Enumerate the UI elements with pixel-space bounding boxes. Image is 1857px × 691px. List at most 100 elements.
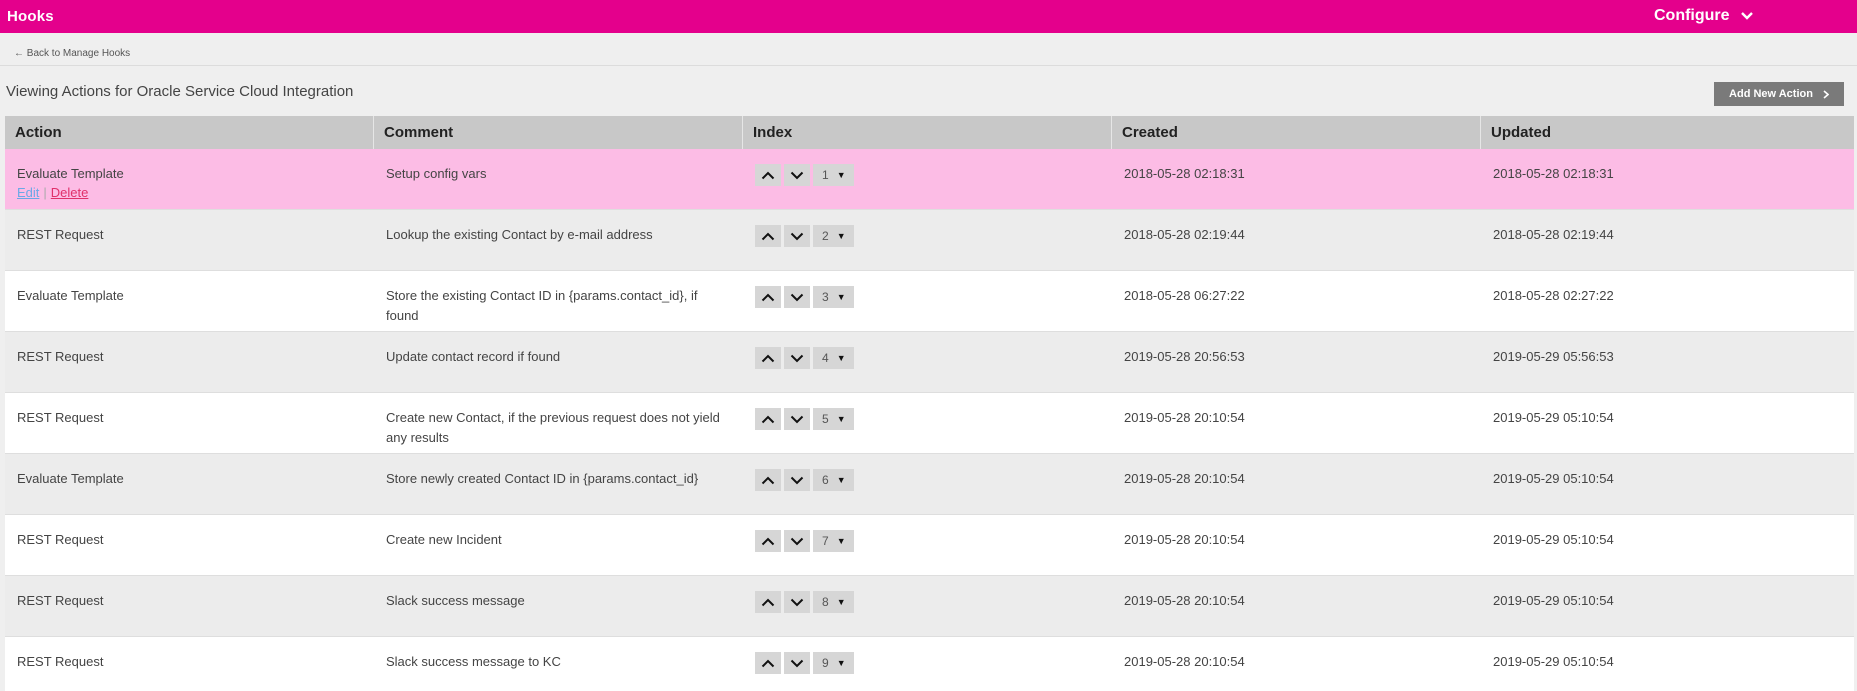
created-cell: 2019-05-28 20:56:53: [1124, 349, 1245, 364]
column-header-action[interactable]: Action: [5, 116, 374, 149]
back-link[interactable]: ← Back to Manage Hooks: [14, 48, 130, 59]
table-row[interactable]: REST Request Slack success message to KC 9…: [5, 637, 1854, 691]
index-controls: 1 ▼: [755, 164, 1100, 186]
top-bar: Hooks Configure: [0, 0, 1857, 33]
index-controls: 9 ▼: [755, 652, 1100, 674]
triangle-down-icon: ▼: [836, 475, 846, 485]
updated-cell: 2019-05-29 05:10:54: [1493, 593, 1614, 608]
comment-cell: Slack success message: [386, 593, 525, 608]
action-cell: REST Request: [5, 515, 374, 575]
updated-cell: 2019-05-29 05:10:54: [1493, 410, 1614, 425]
move-down-button[interactable]: [784, 225, 810, 247]
move-down-button[interactable]: [784, 652, 810, 674]
add-new-action-button[interactable]: Add New Action: [1714, 82, 1844, 106]
table-row[interactable]: Evaluate Template Store newly created Con…: [5, 454, 1854, 515]
index-select[interactable]: 9 ▼: [813, 652, 854, 674]
configure-menu[interactable]: Configure: [1654, 7, 1754, 25]
column-header-updated[interactable]: Updated: [1481, 116, 1854, 149]
table-row[interactable]: Evaluate Template Store the existing Cont…: [5, 271, 1854, 332]
chevron-down-icon: [790, 293, 804, 302]
index-cell: 6 ▼: [743, 454, 1112, 514]
move-down-button[interactable]: [784, 530, 810, 552]
move-up-button[interactable]: [755, 530, 781, 552]
comment-cell: Slack success message to KC: [386, 654, 561, 669]
index-value: 7: [822, 534, 829, 548]
move-up-button[interactable]: [755, 408, 781, 430]
delete-link[interactable]: Delete: [51, 185, 89, 200]
chevron-down-icon: [790, 537, 804, 546]
comment-cell: Setup config vars: [386, 166, 487, 181]
move-down-button[interactable]: [784, 286, 810, 308]
move-up-button[interactable]: [755, 347, 781, 369]
comment-cell: Update contact record if found: [386, 349, 561, 364]
table-row[interactable]: REST Request Update contact record if fou…: [5, 332, 1854, 393]
move-up-button[interactable]: [755, 286, 781, 308]
action-cell: REST Request: [5, 210, 374, 270]
column-header-index[interactable]: Index: [743, 116, 1112, 149]
move-up-button[interactable]: [755, 469, 781, 491]
triangle-down-icon: ▼: [836, 597, 846, 607]
column-header-created[interactable]: Created: [1112, 116, 1481, 149]
chevron-up-icon: [761, 354, 775, 363]
triangle-down-icon: ▼: [836, 353, 846, 363]
app-title[interactable]: Hooks: [7, 8, 54, 25]
index-select[interactable]: 8 ▼: [813, 591, 854, 613]
action-cell: REST Request: [5, 393, 374, 453]
triangle-down-icon: ▼: [836, 170, 846, 180]
created-cell: 2018-05-28 06:27:22: [1124, 288, 1245, 303]
chevron-up-icon: [761, 415, 775, 424]
triangle-down-icon: ▼: [836, 536, 846, 546]
index-cell: 9 ▼: [743, 637, 1112, 691]
table-row[interactable]: REST Request Lookup the existing Contact …: [5, 210, 1854, 271]
index-select[interactable]: 1 ▼: [813, 164, 854, 186]
move-down-button[interactable]: [784, 469, 810, 491]
index-value: 1: [822, 168, 829, 182]
index-select[interactable]: 3 ▼: [813, 286, 854, 308]
move-up-button[interactable]: [755, 652, 781, 674]
index-select[interactable]: 7 ▼: [813, 530, 854, 552]
row-actions: Edit | Delete: [17, 184, 362, 201]
table-row[interactable]: REST Request Slack success message 8 ▼ 2019-…: [5, 576, 1854, 637]
action-cell: Evaluate Template Edit | Delete: [5, 149, 374, 209]
index-select[interactable]: 5 ▼: [813, 408, 854, 430]
comment-cell: Create new Contact, if the previous requ…: [386, 410, 720, 445]
created-cell: 2019-05-28 20:10:54: [1124, 593, 1245, 608]
created-cell: 2019-05-28 20:10:54: [1124, 471, 1245, 486]
index-controls: 4 ▼: [755, 347, 1100, 369]
move-down-button[interactable]: [784, 164, 810, 186]
updated-cell: 2018-05-28 02:19:44: [1493, 227, 1614, 242]
index-value: 4: [822, 351, 829, 365]
chevron-down-icon: [790, 415, 804, 424]
created-cell: 2019-05-28 20:10:54: [1124, 532, 1245, 547]
move-down-button[interactable]: [784, 591, 810, 613]
chevron-down-icon: [790, 171, 804, 180]
page-title: Viewing Actions for Oracle Service Cloud…: [6, 83, 354, 100]
index-select[interactable]: 4 ▼: [813, 347, 854, 369]
chevron-down-icon: [790, 232, 804, 241]
table-row[interactable]: Evaluate Template Edit | Delete Setup config…: [5, 149, 1854, 210]
action-cell: REST Request: [5, 576, 374, 636]
created-cell: 2018-05-28 02:19:44: [1124, 227, 1245, 242]
chevron-down-icon: [790, 659, 804, 668]
index-select[interactable]: 2 ▼: [813, 225, 854, 247]
configure-label: Configure: [1654, 7, 1730, 24]
move-up-button[interactable]: [755, 225, 781, 247]
comment-cell: Store the existing Contact ID in {params…: [386, 288, 698, 323]
table-row[interactable]: REST Request Create new Contact, if the p…: [5, 393, 1854, 454]
triangle-down-icon: ▼: [836, 292, 846, 302]
index-select[interactable]: 6 ▼: [813, 469, 854, 491]
move-down-button[interactable]: [784, 408, 810, 430]
chevron-down-icon: [790, 598, 804, 607]
column-header-comment[interactable]: Comment: [374, 116, 743, 149]
index-cell: 7 ▼: [743, 515, 1112, 575]
move-up-button[interactable]: [755, 591, 781, 613]
table-row[interactable]: REST Request Create new Incident 7 ▼ 2019-05…: [5, 515, 1854, 576]
chevron-right-icon: [1823, 89, 1829, 99]
move-up-button[interactable]: [755, 164, 781, 186]
actions-table: Action Comment Index Created Updated Eva…: [5, 116, 1854, 691]
chevron-up-icon: [761, 476, 775, 485]
move-down-button[interactable]: [784, 347, 810, 369]
edit-link[interactable]: Edit: [17, 185, 39, 200]
updated-cell: 2019-05-29 05:56:53: [1493, 349, 1614, 364]
chevron-up-icon: [761, 293, 775, 302]
